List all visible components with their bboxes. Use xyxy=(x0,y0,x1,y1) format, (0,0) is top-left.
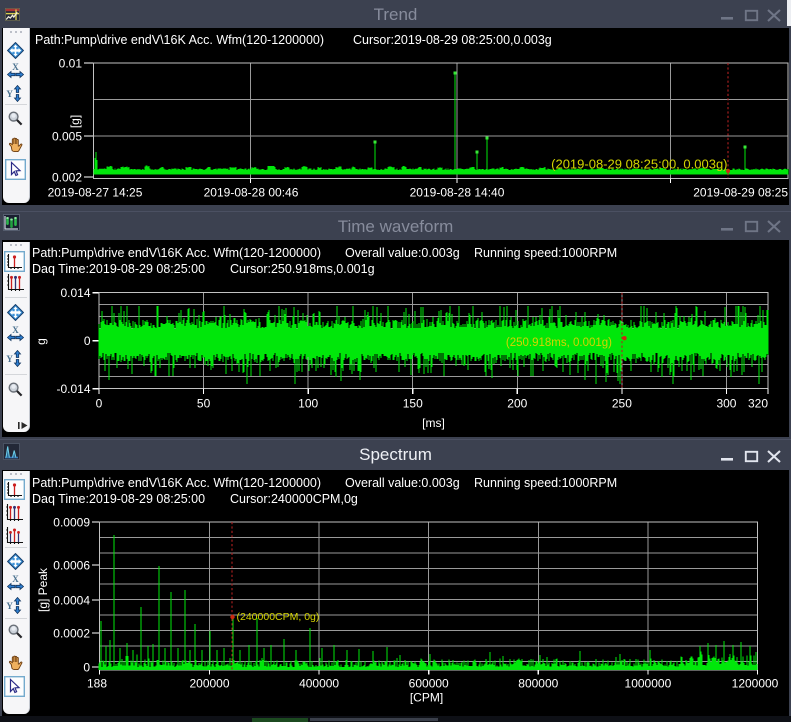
svg-text:0.0009: 0.0009 xyxy=(53,516,90,530)
svg-text:250: 250 xyxy=(612,397,632,411)
svg-text:-0.014: -0.014 xyxy=(56,382,90,396)
svg-text:200000: 200000 xyxy=(189,677,229,691)
svg-text:0.0002: 0.0002 xyxy=(53,627,90,641)
svg-text:0.005: 0.005 xyxy=(52,130,82,144)
svg-text:2019-08-27 14:25: 2019-08-27 14:25 xyxy=(48,186,143,200)
svg-text:[g]: [g] xyxy=(68,115,82,128)
svg-text:188: 188 xyxy=(87,677,107,691)
svg-text:[g] Peak: [g] Peak xyxy=(36,567,50,612)
svg-text:0.0004: 0.0004 xyxy=(53,594,90,608)
svg-text:0.014: 0.014 xyxy=(60,286,90,300)
svg-text:(240000CPM, 0g): (240000CPM, 0g) xyxy=(237,611,320,623)
svg-text:2019-08-29 08:25: 2019-08-29 08:25 xyxy=(693,186,788,200)
svg-text:0.0006: 0.0006 xyxy=(53,559,90,573)
svg-text:[CPM]: [CPM] xyxy=(410,691,443,705)
svg-text:0: 0 xyxy=(83,661,90,675)
svg-text:100: 100 xyxy=(298,397,318,411)
svg-text:200: 200 xyxy=(507,397,527,411)
svg-text:50: 50 xyxy=(197,397,211,411)
svg-text:300: 300 xyxy=(716,397,736,411)
svg-text:g: g xyxy=(34,338,48,345)
svg-text:320: 320 xyxy=(748,397,768,411)
svg-text:150: 150 xyxy=(403,397,423,411)
svg-text:1000000: 1000000 xyxy=(625,677,672,691)
svg-text:2019-08-28 14:40: 2019-08-28 14:40 xyxy=(410,186,505,200)
svg-text:0.01: 0.01 xyxy=(59,57,83,71)
svg-text:2019-08-28 00:46: 2019-08-28 00:46 xyxy=(204,186,299,200)
svg-text:600000: 600000 xyxy=(409,677,449,691)
svg-text:400000: 400000 xyxy=(299,677,339,691)
svg-text:0.002: 0.002 xyxy=(52,171,82,185)
svg-text:[ms]: [ms] xyxy=(422,416,445,430)
svg-text:1200000: 1200000 xyxy=(732,677,779,691)
svg-text:(250.918ms, 0.001g): (250.918ms, 0.001g) xyxy=(506,337,612,349)
svg-text:800000: 800000 xyxy=(518,677,558,691)
svg-text:(2019-08-29 08:25:00, 0.003g): (2019-08-29 08:25:00, 0.003g) xyxy=(551,157,727,172)
svg-text:0: 0 xyxy=(96,397,103,411)
svg-text:0: 0 xyxy=(84,334,91,348)
